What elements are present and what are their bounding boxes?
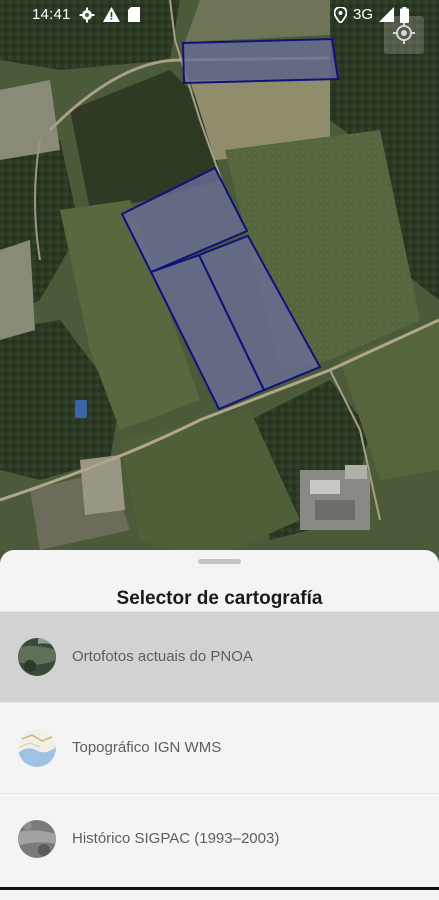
layer-label: Ortofotos actuais do PNOA [72,648,253,665]
layer-label: Histórico SIGPAC (1993–2003) [72,830,280,847]
drag-handle[interactable] [198,559,241,564]
satellite-map[interactable] [0,0,439,580]
parcel-1[interactable] [181,37,340,85]
status-time: 14:41 [32,6,71,23]
status-bar: 14:41 3G [0,0,439,32]
home-bar[interactable] [0,887,439,890]
settings-icon [79,7,95,23]
location-pin-icon [333,6,347,23]
historic-thumb [18,820,56,858]
map-view[interactable] [0,0,439,580]
sim-card-icon [127,7,140,22]
layer-item-topographic[interactable]: Topográfico IGN WMS [0,702,439,793]
navigation-bar [0,884,439,900]
cartography-selector-sheet: Selector de cartografía Ortofotos actuai… [0,550,439,900]
orthophoto-thumb [18,638,56,676]
signal-icon [379,7,394,22]
screen: 14:41 3G Selector de cartografía Ortofot… [0,0,439,900]
layer-label: Topográfico IGN WMS [72,739,222,756]
layer-item-historic-sigpac[interactable]: Histórico SIGPAC (1993–2003) [0,793,439,884]
network-type: 3G [352,6,373,23]
sheet-title: Selector de cartografía [116,588,323,609]
warning-icon [102,7,120,22]
battery-icon [400,6,409,23]
topographic-thumb [18,729,56,767]
layer-list: Ortofotos actuais do PNOA Topográfico IG… [0,611,439,884]
layer-item-orthophoto[interactable]: Ortofotos actuais do PNOA [0,611,439,702]
